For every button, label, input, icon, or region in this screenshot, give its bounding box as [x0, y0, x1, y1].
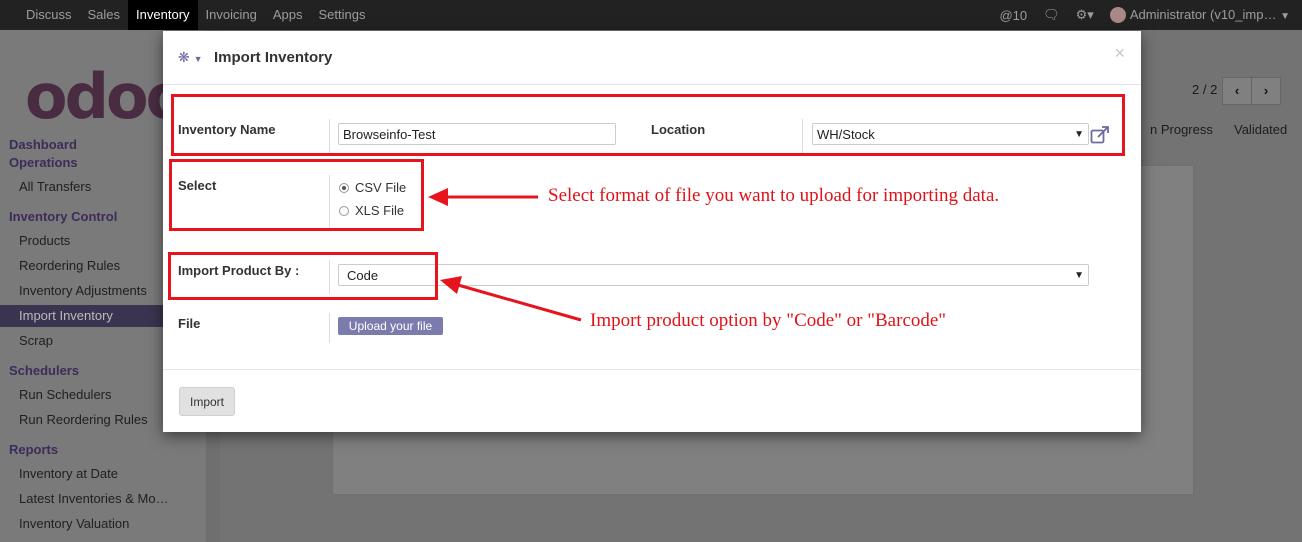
- annotation-import-by: Import product option by "Code" or "Barc…: [590, 310, 947, 331]
- annotation-arrows: [428, 188, 582, 322]
- annotation-select-format: Select format of file you want to upload…: [548, 185, 1000, 206]
